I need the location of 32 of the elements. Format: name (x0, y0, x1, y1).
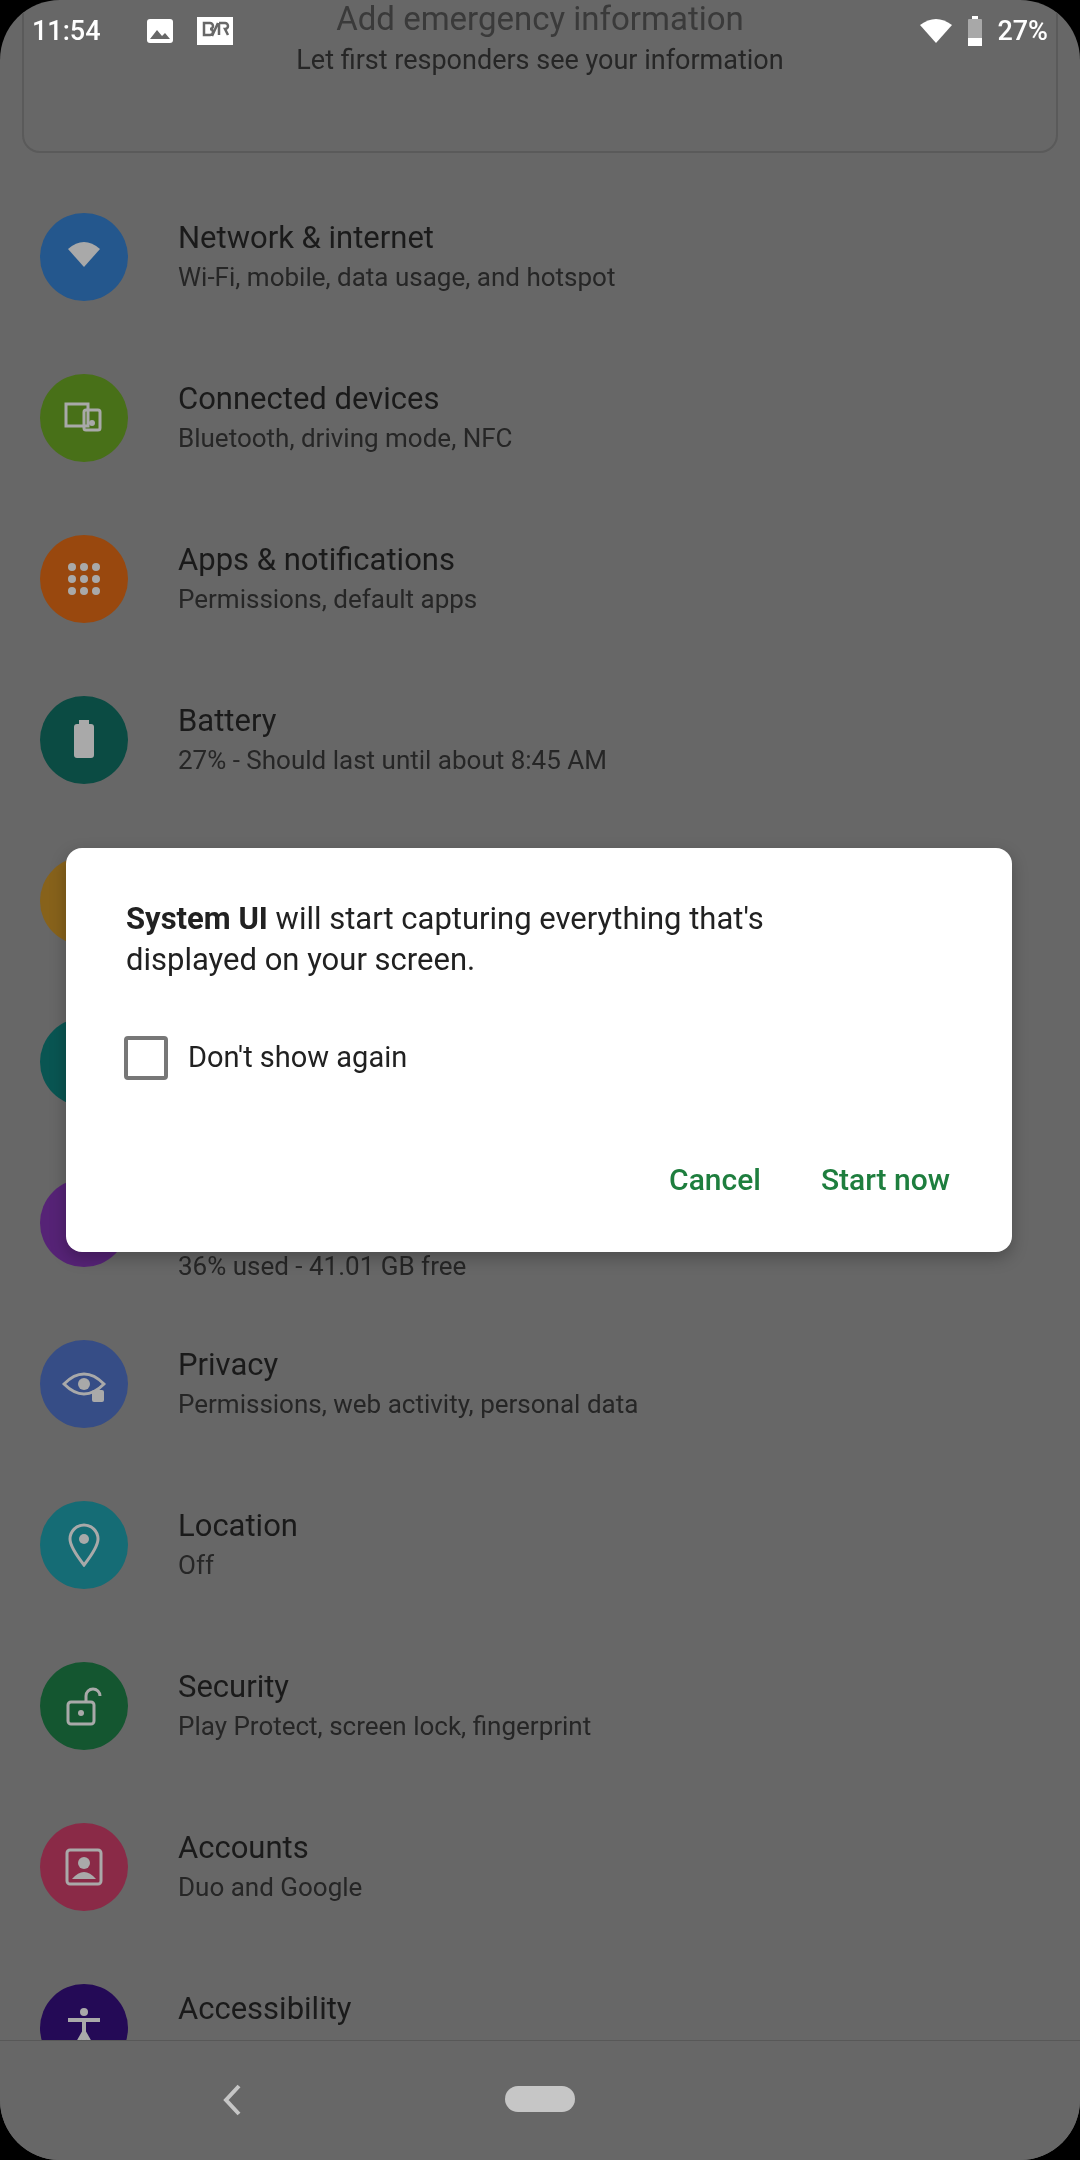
setting-title[interactable]: Privacy (178, 1344, 639, 1385)
battery-percent: 27% (997, 13, 1048, 49)
image-icon (144, 16, 175, 46)
setting-subtitle: Bluetooth, driving mode, NFC (178, 421, 513, 455)
dialog-button[interactable]: Cancel (659, 1145, 771, 1214)
setting-title[interactable]: Accounts (178, 1827, 363, 1868)
setting-title[interactable]: Battery (178, 700, 607, 741)
setting-subtitle: Off (178, 1548, 215, 1582)
battery-icon (967, 16, 984, 46)
setting-title[interactable]: Location (178, 1505, 298, 1546)
setting-subtitle: Duo and Google (178, 1870, 363, 1904)
wifi-icon (919, 18, 954, 44)
card-subtitle: Let first responders see your information (296, 47, 784, 74)
dialog-button[interactable]: Start now (810, 1145, 960, 1214)
setting-subtitle: 27% - Should last until about 8:45 AM (178, 743, 607, 777)
app-notification-icon (196, 16, 233, 46)
setting-subtitle: Permissions, web activity, personal data (178, 1387, 639, 1421)
setting-subtitle: Permissions, default apps (178, 582, 478, 616)
setting-title[interactable]: Accessibility (178, 1988, 352, 2029)
checkbox[interactable] (124, 1036, 168, 1080)
setting-subtitle: 36% used - 41.01 GB free (178, 1249, 467, 1283)
setting-title[interactable]: Network & internet (178, 217, 616, 258)
setting-title[interactable]: Security (178, 1666, 592, 1707)
setting-title[interactable]: Apps & notifications (178, 539, 478, 580)
back-icon[interactable] (222, 2083, 242, 2117)
checkbox-label: Don't show again (188, 1039, 408, 1077)
setting-subtitle: Play Protect, screen lock, fingerprint (178, 1709, 592, 1743)
clock: 11:54 (32, 13, 101, 49)
home-button[interactable] (505, 2086, 575, 2112)
setting-title[interactable]: Connected devices (178, 378, 513, 419)
dialog-message: System UI will start capturing everything that's displayed on your screen. (126, 899, 765, 980)
setting-subtitle: Wi-Fi, mobile, data usage, and hotspot (178, 260, 616, 294)
